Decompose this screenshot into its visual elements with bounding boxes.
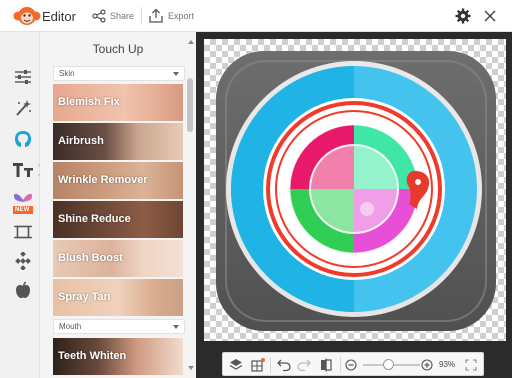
section-select-skin[interactable]: Skin [53,66,185,81]
zoom-slider-knob[interactable] [383,359,394,370]
tool-rail: NEW [0,32,44,378]
app-name: Editor [42,9,76,24]
layers-icon [229,359,243,370]
zoom-in-icon [421,359,433,371]
scroll-thumb[interactable] [187,78,193,132]
fit-screen-button[interactable] [463,357,479,373]
redo-button[interactable] [296,357,312,373]
fit-screen-icon [465,359,477,371]
close-icon[interactable] [482,8,498,24]
compare-icon [321,358,332,372]
share-button[interactable]: Share [92,6,134,26]
tool-tile-label: Shine Reduce [58,213,131,225]
zoom-level: 93% [439,360,456,369]
add-layer-icon [251,358,265,372]
zoom-out-button[interactable] [343,357,359,373]
image-canvas[interactable] [204,39,506,341]
toolbar-divider [270,357,271,373]
undo-button[interactable] [276,357,292,373]
canvas-workspace [196,32,512,378]
touch-up-tool[interactable] [12,128,34,150]
edited-image [216,51,496,331]
tool-tile-label: Blemish Fix [58,96,120,108]
butterfly-new-tool[interactable]: NEW [12,190,34,216]
compare-button[interactable] [318,357,334,373]
scroll-down-arrow-icon[interactable] [188,366,194,370]
monkey-logo-icon [13,7,41,25]
zoom-out-icon [345,359,357,371]
tool-tile-label: Spray Tan [58,291,111,303]
tool-tile-airbrush[interactable]: Airbrush [53,123,183,160]
frame-tool[interactable] [12,221,34,243]
tool-tile-wrinkle-remover[interactable]: Wrinkle Remover [53,162,183,199]
layers-button[interactable] [228,357,244,373]
text-tt-icon [13,163,33,177]
section-select-label: Skin [59,69,75,78]
share-label: Share [110,11,135,21]
touch-up-panel: Touch Up Skin Blemish Fix Airbrush Wrink… [40,32,196,378]
tool-tile-shine-reduce[interactable]: Shine Reduce [53,201,183,238]
settings-gear-icon[interactable] [455,8,471,24]
apple-icon [16,281,30,298]
bottom-toolbar: 93% [222,352,484,376]
tool-tile-label: Wrinkle Remover [58,174,148,186]
export-icon [149,8,163,23]
chevron-down-icon [173,325,179,329]
panel-scrollbar[interactable] [186,40,194,378]
panel-title: Touch Up [92,42,144,56]
tool-tile-label: Blush Boost [58,252,123,264]
share-icon [92,9,106,23]
theme-tool[interactable] [12,279,34,301]
redo-icon [297,359,311,372]
top-bar: Editor Share Export [0,0,512,32]
tool-tile-label: Teeth Whiten [58,350,127,362]
section-select-label: Mouth [59,322,82,331]
text-tool[interactable] [12,159,34,181]
toolbar-divider [141,7,142,25]
magic-wand-icon [16,100,31,116]
frame-crop-icon [14,225,32,239]
tool-tile-label: Airbrush [58,135,104,147]
texture-diamond-icon [15,252,31,270]
face-touch-up-icon [15,131,31,147]
zoom-in-button[interactable] [419,357,435,373]
sliders-icon [15,70,31,84]
adjust-sliders-tool[interactable] [12,66,34,88]
tool-tile-spray-tan[interactable]: Spray Tan [53,279,183,316]
section-select-mouth[interactable]: Mouth [53,319,185,334]
tool-tile-teeth-whiten[interactable]: Teeth Whiten [53,338,183,375]
scroll-up-arrow-icon[interactable] [188,40,194,44]
new-badge-label: NEW [15,207,30,213]
export-button[interactable]: Export [148,6,194,26]
texture-tool[interactable] [12,250,34,272]
export-label: Export [168,11,195,21]
tool-tile-blemish-fix[interactable]: Blemish Fix [53,84,183,121]
toolbar-divider [340,357,341,373]
add-layer-button[interactable] [250,357,266,373]
effects-wand-tool[interactable] [12,97,34,119]
tool-tile-blush-boost[interactable]: Blush Boost [53,240,183,277]
chevron-down-icon [173,72,179,76]
undo-icon [277,359,291,372]
